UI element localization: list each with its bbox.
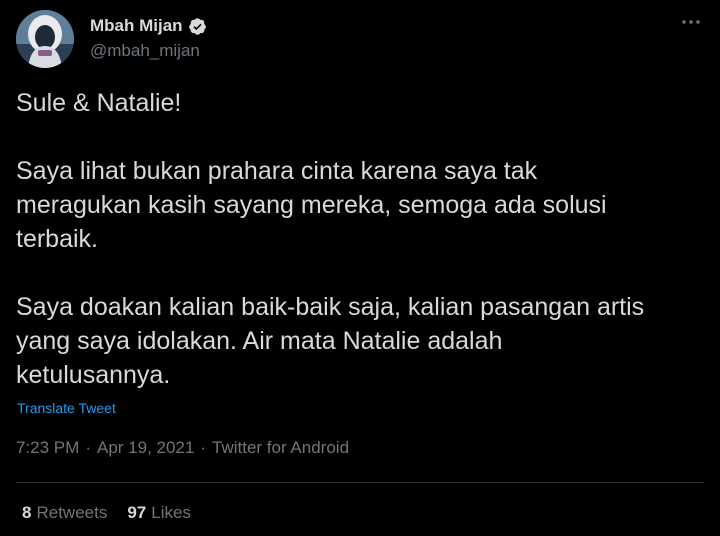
tweet-paragraph: Saya doakan kalian baik-baik saja, kalia… [16,293,645,389]
tweet-paragraph: Sule & Natalie! [16,89,182,117]
tweet-header: Mbah Mijan @mbah_mijan [16,10,704,68]
likes-count: 97 [127,503,147,522]
tweet-date[interactable]: Apr 19, 2021 [97,438,194,458]
meta-separator: · [85,438,91,457]
tweet-source[interactable]: Twitter for Android [212,438,349,458]
likes-stat[interactable]: 97 Likes [127,503,191,523]
avatar[interactable] [16,10,74,68]
retweets-count: 8 [22,503,32,522]
translate-tweet-link[interactable]: Translate Tweet [17,400,116,416]
avatar-image-icon [16,10,74,68]
tweet-text: Sule & Natalie! Saya lihat bukan prahara… [16,86,706,392]
tweet-stats: 8 Retweets 97 Likes [22,503,191,523]
more-options-icon[interactable] [680,12,702,32]
display-name-row: Mbah Mijan [90,14,207,38]
verified-badge-icon [188,17,206,35]
tweet-time[interactable]: 7:23 PM [16,438,79,458]
retweets-stat[interactable]: 8 Retweets [22,503,107,523]
retweets-label: Retweets [36,503,108,522]
tweet-card: Mbah Mijan @mbah_mijan Sule & Natalie! S… [0,0,720,536]
author-names: Mbah Mijan @mbah_mijan [90,14,207,61]
meta-separator: · [200,438,207,457]
handle[interactable]: @mbah_mijan [90,41,207,61]
likes-label: Likes [151,503,191,522]
display-name[interactable]: Mbah Mijan [90,16,183,36]
tweet-paragraph: Saya lihat bukan prahara cinta karena sa… [16,157,607,253]
divider [16,482,704,483]
tweet-meta: 7:23 PM · Apr 19, 2021 · Twitter for And… [16,438,349,458]
